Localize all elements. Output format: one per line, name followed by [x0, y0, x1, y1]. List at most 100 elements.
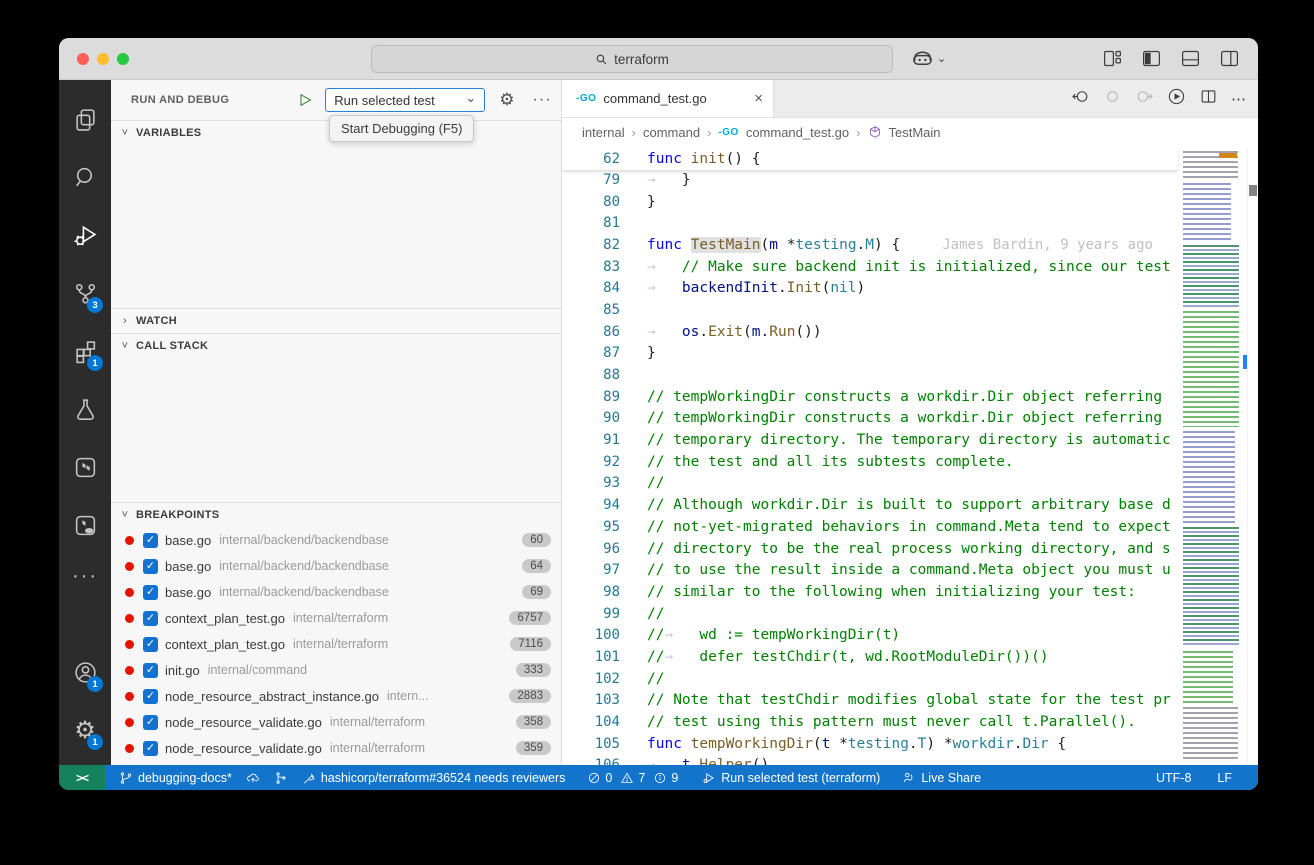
code-line[interactable]: 97// to use the result inside a command.… [562, 559, 1178, 581]
start-debugging-button[interactable] [293, 88, 317, 112]
breakpoint-checkbox[interactable]: ✓ [143, 689, 158, 704]
breakpoint-row[interactable]: ✓node_resource_validate.gointernal/terra… [111, 735, 561, 761]
toggle-panel-icon[interactable] [1180, 48, 1201, 69]
zoom-window-button[interactable] [117, 53, 129, 65]
problems-item[interactable]: 0 7 9 [587, 771, 678, 785]
code-line[interactable]: 82func TestMain(m *testing.M) {James Bar… [562, 234, 1178, 256]
line-number[interactable]: 85 [562, 302, 620, 318]
breakpoint-row[interactable]: ✓node_resource_abstract_instance.gointer… [111, 683, 561, 709]
line-number[interactable]: 92 [562, 454, 620, 470]
code-line[interactable]: 99// [562, 603, 1178, 625]
code-line[interactable]: 100//→wd := tempWorkingDir(t) [562, 624, 1178, 646]
accounts-button[interactable]: 1 [59, 643, 111, 701]
line-number[interactable]: 90 [562, 410, 620, 426]
minimize-window-button[interactable] [97, 53, 109, 65]
settings-button[interactable]: ⚙ 1 [59, 701, 111, 759]
encoding-item[interactable]: UTF-8 [1156, 771, 1191, 785]
line-number[interactable]: 82 [562, 237, 620, 253]
line-number[interactable]: 102 [562, 671, 620, 687]
code-line[interactable]: 102// [562, 668, 1178, 690]
line-number[interactable]: 104 [562, 714, 620, 730]
breakpoint-checkbox[interactable]: ✓ [143, 559, 158, 574]
step-back-icon[interactable] [1071, 87, 1090, 111]
command-center-search[interactable]: terraform [371, 45, 893, 73]
line-number[interactable]: 93 [562, 475, 620, 491]
breakpoint-checkbox[interactable]: ✓ [143, 715, 158, 730]
line-number[interactable]: 97 [562, 562, 620, 578]
code-line[interactable]: 95// not-yet-migrated behaviors in comma… [562, 516, 1178, 538]
code-line[interactable]: 80} [562, 191, 1178, 213]
line-number[interactable]: 88 [562, 367, 620, 383]
breakpoint-checkbox[interactable]: ✓ [143, 663, 158, 678]
sidebar-item-extensions[interactable]: 1 [59, 322, 111, 380]
line-number[interactable]: 83 [562, 259, 620, 275]
code-line[interactable]: 89// tempWorkingDir constructs a workdir… [562, 386, 1178, 408]
more-actions-icon[interactable]: ⋯ [1231, 90, 1246, 108]
close-icon[interactable]: × [754, 90, 763, 107]
additional-views-button[interactable]: ··· [59, 554, 111, 598]
sticky-scroll-line[interactable]: 62func init() { [562, 147, 1178, 170]
breadcrumb-internal[interactable]: internal [582, 125, 625, 140]
line-number[interactable]: 103 [562, 692, 620, 708]
code-line[interactable]: 101//→defer testChdir(t, wd.RootModuleDi… [562, 646, 1178, 668]
line-number[interactable]: 89 [562, 389, 620, 405]
toggle-secondary-sidebar-icon[interactable] [1219, 48, 1240, 69]
breakpoint-row[interactable]: ✓node_resource_validate.gointernal/terra… [111, 709, 561, 735]
sidebar-item-terraform-cloud[interactable] [59, 496, 111, 554]
breadcrumb-file[interactable]: command_test.go [746, 125, 849, 140]
pr-status-item[interactable]: hashicorp/terraform#36524 needs reviewer… [302, 771, 566, 785]
breakpoint-row[interactable]: ✓base.gointernal/backend/backendbase69 [111, 579, 561, 605]
line-number[interactable]: 106 [562, 757, 620, 765]
code-editor[interactable]: 62func init() { 79→}80}8182func TestMain… [562, 147, 1258, 765]
editor-scrollbar[interactable] [1247, 147, 1258, 765]
source-control-graph-button[interactable] [274, 771, 288, 785]
breakpoint-row[interactable]: ✓base.gointernal/backend/backendbase64 [111, 553, 561, 579]
code-line[interactable]: 86→os.Exit(m.Run()) [562, 321, 1178, 343]
line-number[interactable]: 94 [562, 497, 620, 513]
sidebar-item-run-and-debug[interactable] [59, 206, 111, 264]
line-number[interactable]: 81 [562, 215, 620, 231]
code-line[interactable]: 103// Note that testChdir modifies globa… [562, 690, 1178, 712]
scrollbar-thumb[interactable] [1249, 185, 1257, 196]
views-more-actions-icon[interactable]: ··· [533, 91, 552, 109]
code-line[interactable]: 90// tempWorkingDir constructs a workdir… [562, 408, 1178, 430]
tab-command-test-go[interactable]: GO command_test.go × [562, 80, 774, 117]
line-number[interactable]: 91 [562, 432, 620, 448]
sidebar-item-search[interactable] [59, 148, 111, 206]
section-call-stack[interactable]: ˅ CALL STACK [111, 334, 561, 358]
breadcrumb-command[interactable]: command [643, 125, 700, 140]
line-number[interactable]: 87 [562, 345, 620, 361]
debug-settings-gear-icon[interactable]: ⚙ [499, 90, 514, 110]
sidebar-item-terraform[interactable] [59, 438, 111, 496]
code-line[interactable]: 92// the test and all its subtests compl… [562, 451, 1178, 473]
minimap[interactable] [1178, 147, 1247, 765]
breakpoint-checkbox[interactable]: ✓ [143, 637, 158, 652]
eol-item[interactable]: LF [1217, 771, 1232, 785]
sidebar-item-source-control[interactable]: 3 [59, 264, 111, 322]
code-line[interactable]: 96// directory to be the real process wo… [562, 538, 1178, 560]
code-line[interactable]: 88 [562, 364, 1178, 386]
remote-indicator[interactable]: >< [59, 765, 105, 790]
breakpoint-row[interactable]: ✓context_plan_test.gointernal/terraform6… [111, 605, 561, 631]
run-or-debug-icon[interactable] [1167, 87, 1186, 111]
code-line[interactable]: 104// test using this pattern must never… [562, 711, 1178, 733]
code-line[interactable]: 84→backendInit.Init(nil) [562, 277, 1178, 299]
copilot-menu[interactable]: ⌄ [911, 47, 946, 70]
code-line[interactable]: 93// [562, 473, 1178, 495]
line-number[interactable]: 84 [562, 280, 620, 296]
code-line[interactable]: 81 [562, 212, 1178, 234]
run-task-item[interactable]: Run selected test (terraform) [702, 771, 880, 785]
line-number[interactable]: 62 [562, 151, 620, 167]
sidebar-item-explorer[interactable] [59, 90, 111, 148]
publish-changes-button[interactable] [246, 771, 260, 785]
code-line[interactable]: 85 [562, 299, 1178, 321]
section-breakpoints[interactable]: ˅ BREAKPOINTS [111, 503, 561, 527]
line-number[interactable]: 98 [562, 584, 620, 600]
breakpoint-checkbox[interactable]: ✓ [143, 741, 158, 756]
breakpoint-row[interactable]: ✓init.gointernal/command333 [111, 657, 561, 683]
code-line[interactable]: 94// Although workdir.Dir is built to su… [562, 494, 1178, 516]
breadcrumb-symbol[interactable]: TestMain [889, 125, 941, 140]
sidebar-item-testing[interactable] [59, 380, 111, 438]
breakpoint-row[interactable]: ✓base.gointernal/backend/backendbase60 [111, 527, 561, 553]
branch-item[interactable]: debugging-docs* [119, 771, 232, 785]
